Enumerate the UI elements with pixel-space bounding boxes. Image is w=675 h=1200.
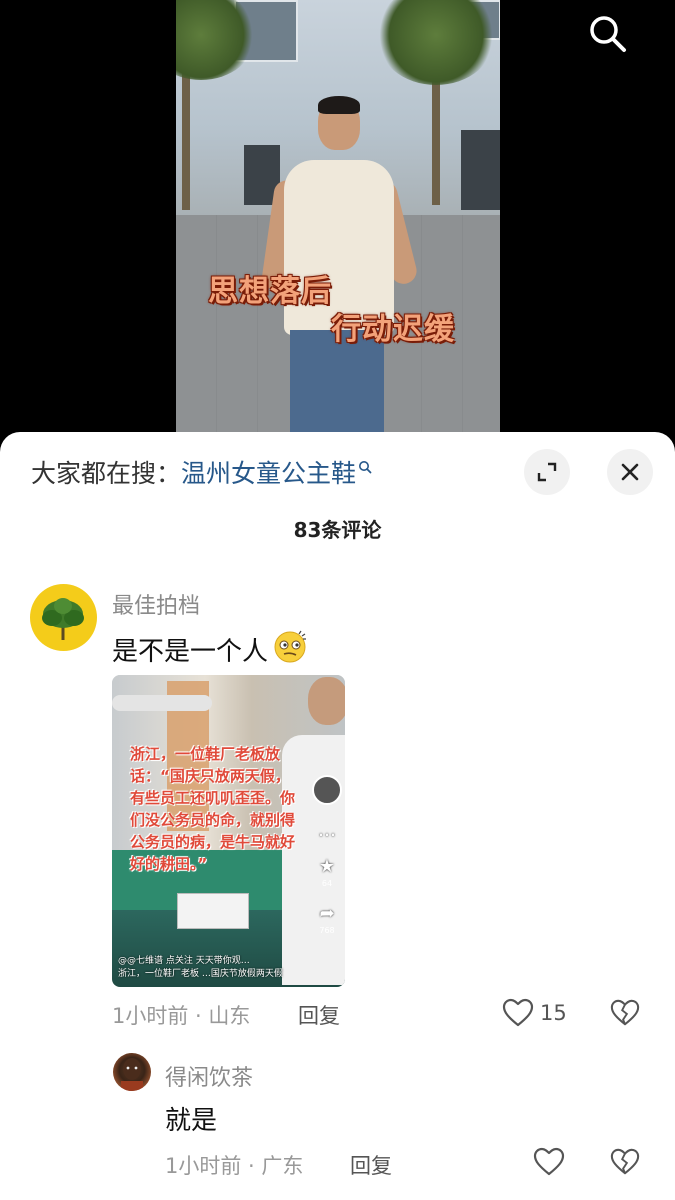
image-footer: @@七维谱 点关注 天天带你观… 浙江，一位鞋厂老板 …国庆节放假两天假 xyxy=(118,955,318,981)
image-side-actions: … ★ 64 ➦ 768 xyxy=(312,775,342,935)
dislike-button[interactable] xyxy=(610,1147,640,1181)
image-footer-line1: @@七维谱 点关注 天天带你观… xyxy=(118,956,250,966)
comment-image[interactable]: 浙江，一位鞋厂老板放 话：“国庆只放两天假， 有些员工还叽叽歪歪。你 们没公务员… xyxy=(112,675,345,987)
avatar[interactable] xyxy=(113,1053,151,1091)
comment-text: 就是 xyxy=(165,1106,218,1136)
comment-dots-icon: … xyxy=(318,820,336,841)
dislike-button[interactable] xyxy=(610,998,640,1032)
broken-heart-icon xyxy=(610,999,640,1026)
comment-author[interactable]: 最佳拍档 xyxy=(112,588,200,620)
expand-icon xyxy=(537,462,557,482)
image-footer-line2: 浙江，一位鞋厂老板 …国庆节放假两天假 xyxy=(118,969,283,979)
comment-time-location: 1小时前 · 广东 xyxy=(165,1154,304,1178)
video-caption-line1: 思想落后 xyxy=(208,274,332,309)
comment-time-location: 1小时前 · 山东 xyxy=(112,1004,251,1028)
comment-author[interactable]: 得闲饮茶 xyxy=(165,1060,253,1092)
broken-heart-icon xyxy=(610,1148,640,1175)
like-button[interactable] xyxy=(533,1147,565,1177)
like-count: 15 xyxy=(540,1001,567,1025)
image-author-avatar xyxy=(312,775,342,805)
search-icon[interactable] xyxy=(586,12,630,56)
thinking-face-emoji-icon xyxy=(272,628,308,671)
avatar[interactable] xyxy=(30,584,97,651)
image-share-count: 768 xyxy=(319,926,335,935)
share-icon: ➦ xyxy=(319,903,335,924)
comment-text-content: 是不是一个人 xyxy=(112,637,269,667)
video-frame[interactable]: 思想落后 行动迟缓 xyxy=(176,0,500,450)
reply-button[interactable]: 回复 xyxy=(298,1000,340,1030)
comment-text: 是不是一个人 xyxy=(112,628,308,671)
close-button[interactable] xyxy=(607,449,653,495)
star-icon: ★ xyxy=(318,856,336,877)
comment-count: 83条评论 xyxy=(293,518,382,542)
heart-icon xyxy=(502,998,534,1027)
search-small-icon xyxy=(358,451,372,480)
reply-button[interactable]: 回复 xyxy=(350,1150,392,1180)
expand-button[interactable] xyxy=(524,449,570,495)
video-caption-line2: 行动迟缓 xyxy=(331,312,455,347)
like-button[interactable]: 15 xyxy=(502,998,567,1028)
video-player[interactable]: 思想落后 行动迟缓 xyxy=(0,0,675,450)
trending-keyword-link[interactable]: 温州女童公主鞋 xyxy=(181,454,356,490)
trending-search[interactable]: 大家都在搜： 温州女童公主鞋 xyxy=(31,454,372,490)
close-icon xyxy=(621,463,639,481)
image-like-count: 64 xyxy=(321,879,333,888)
heart-icon xyxy=(533,1147,565,1176)
image-overlay-text: 浙江，一位鞋厂老板放 话：“国庆只放两天假， 有些员工还叽叽歪歪。你 们没公务员… xyxy=(130,745,296,873)
trending-label: 大家都在搜： xyxy=(31,459,182,488)
